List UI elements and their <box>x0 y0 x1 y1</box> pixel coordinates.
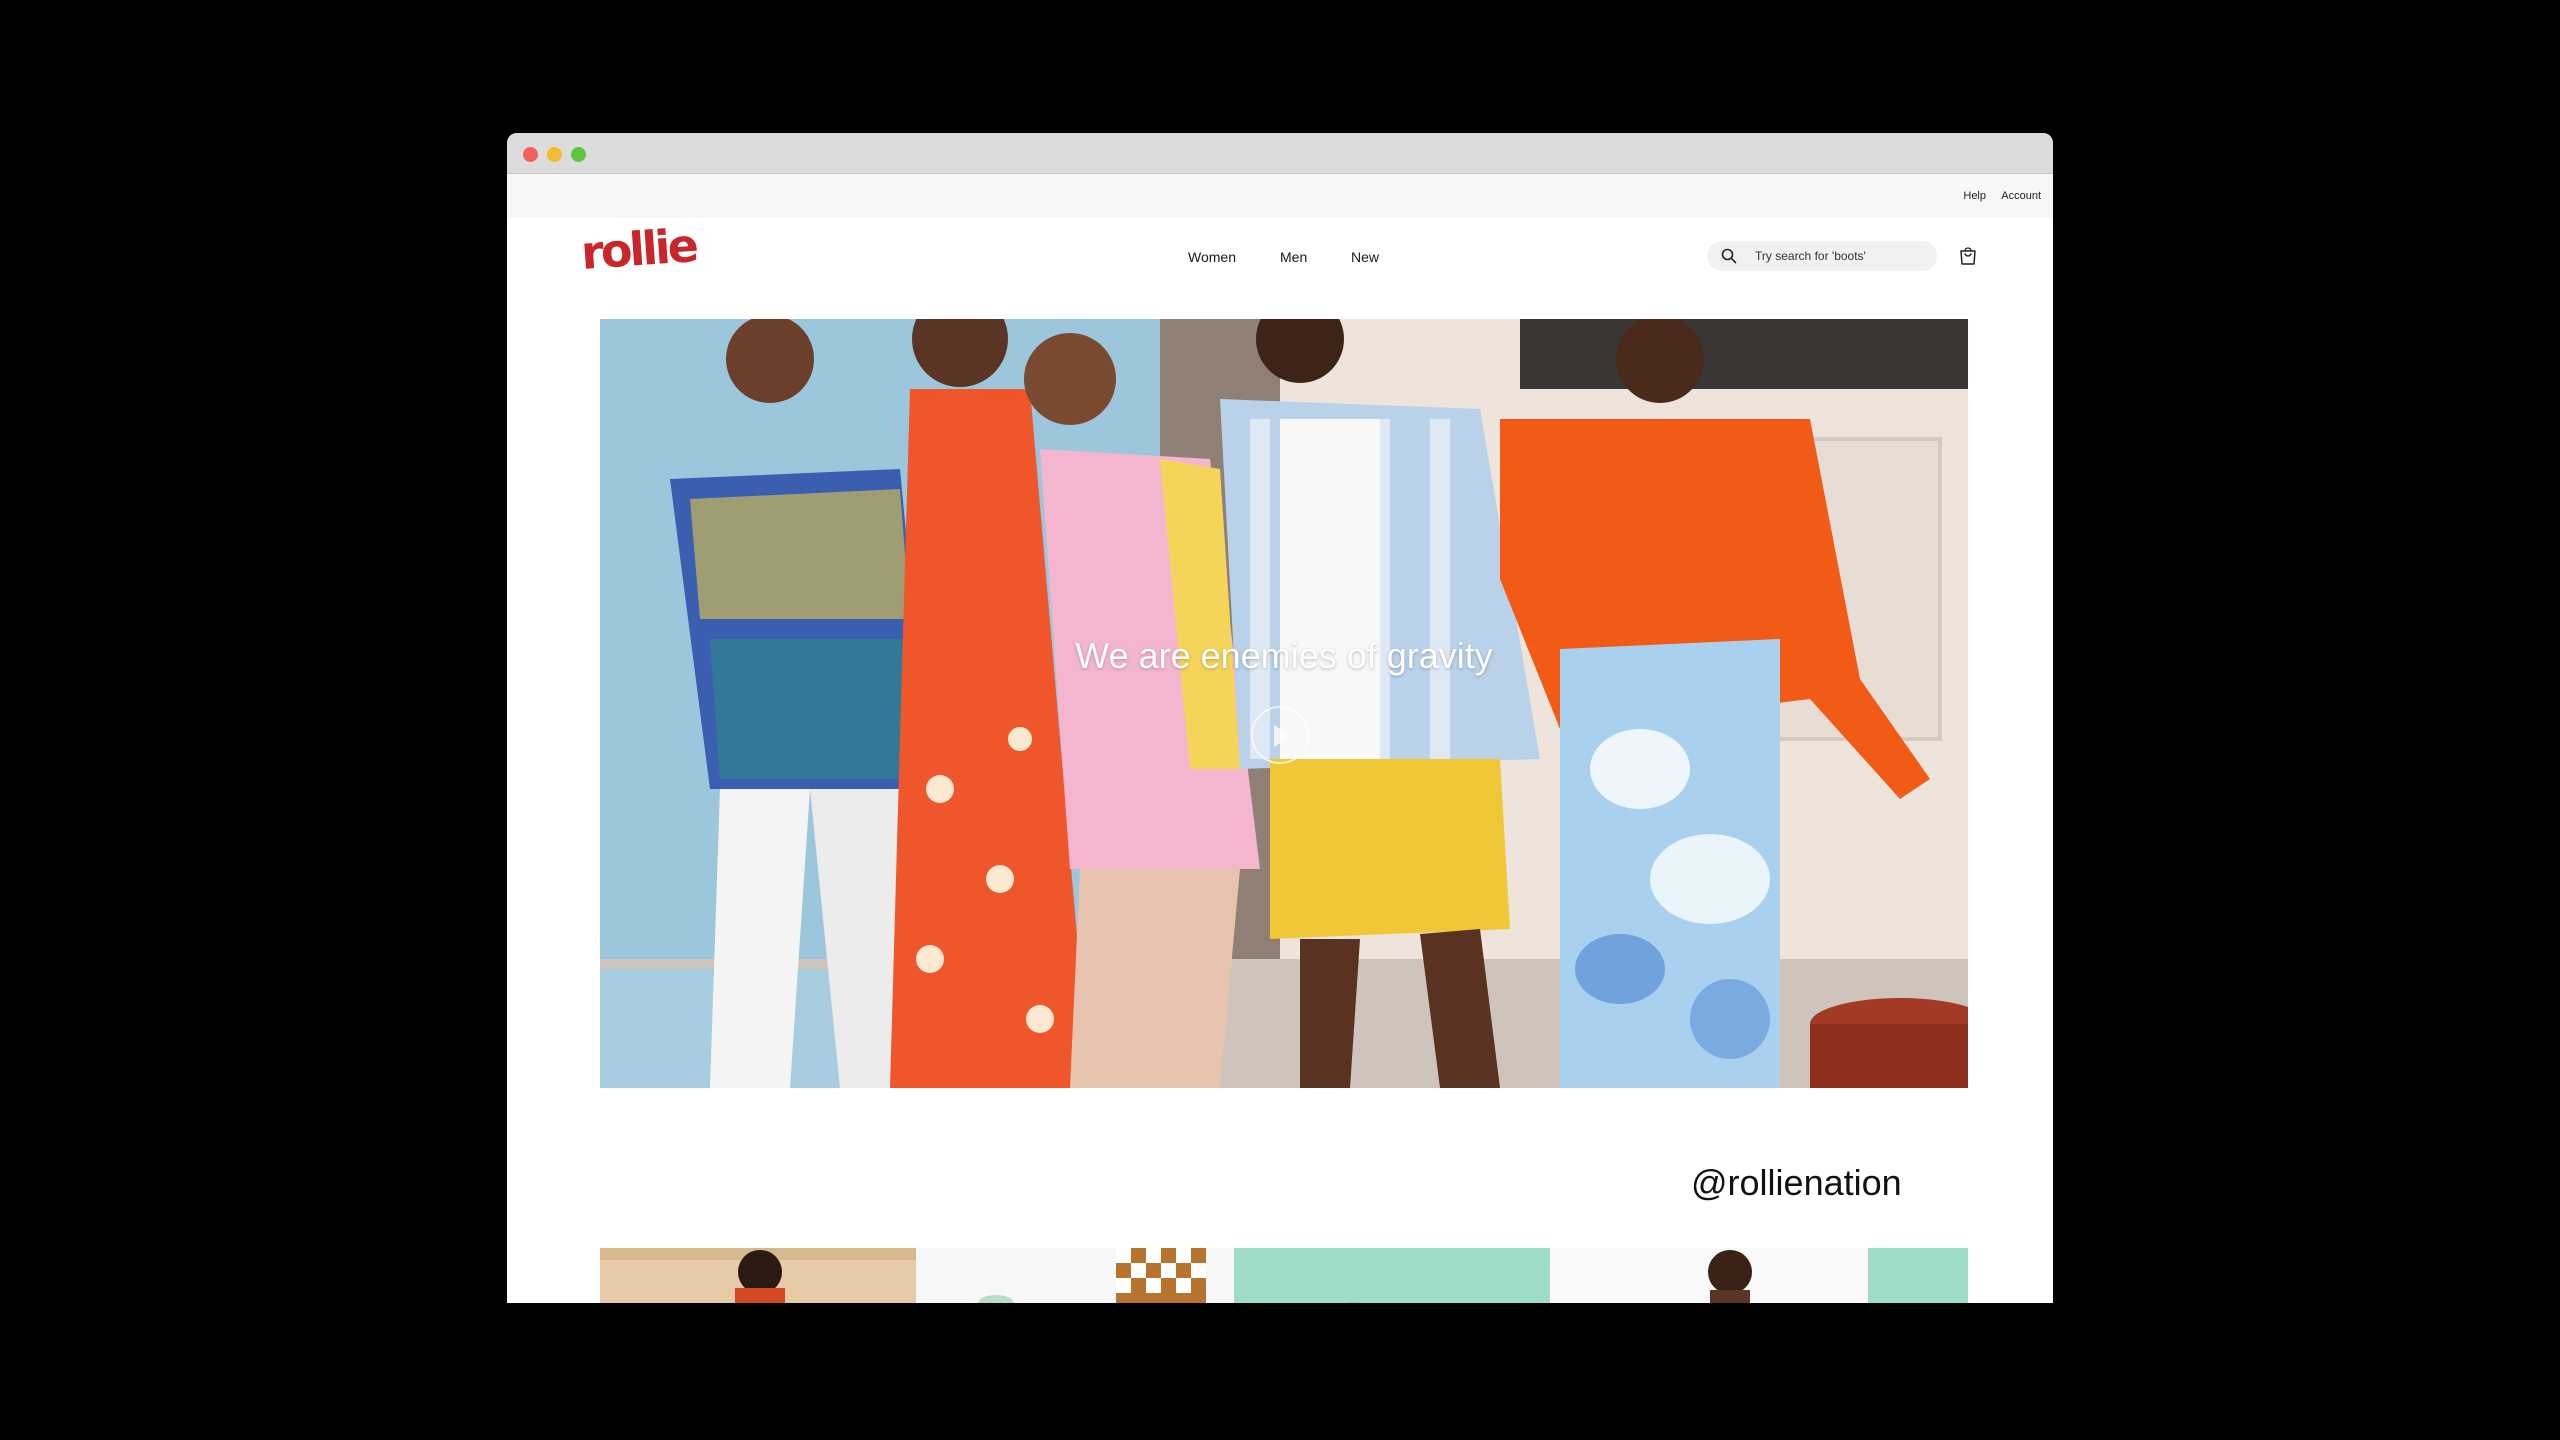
close-window-button[interactable] <box>523 147 538 162</box>
search-icon[interactable] <box>1721 248 1737 264</box>
gallery-tile[interactable] <box>916 1248 1234 1303</box>
minimize-window-button[interactable] <box>547 147 562 162</box>
search-box[interactable] <box>1707 241 1937 271</box>
gallery-tile[interactable] <box>1550 1248 1868 1303</box>
instagram-gallery <box>600 1248 1968 1303</box>
shopping-bag-icon[interactable] <box>1957 245 1979 267</box>
hero-photo <box>600 319 1968 1088</box>
help-link[interactable]: Help <box>1963 190 1986 202</box>
hero-banner[interactable]: We are enemies of gravity <box>600 319 1968 1088</box>
gallery-tile[interactable] <box>1234 1248 1550 1303</box>
zoom-window-button[interactable] <box>571 147 586 162</box>
site-header: rollie Women Men New <box>507 218 2053 318</box>
nav-men[interactable]: Men <box>1280 249 1307 265</box>
nav-new[interactable]: New <box>1351 249 1379 265</box>
utility-bar: Help Account <box>507 174 2053 218</box>
instagram-handle[interactable]: @rollienation <box>1691 1162 1902 1204</box>
rollie-logo[interactable]: rollie <box>579 218 697 280</box>
gallery-tile[interactable] <box>600 1248 916 1303</box>
account-link[interactable]: Account <box>2001 190 2041 202</box>
title-bar <box>507 133 2053 174</box>
play-icon[interactable] <box>1274 725 1292 747</box>
nav-women[interactable]: Women <box>1188 249 1236 265</box>
gallery-tile[interactable] <box>1868 1248 1968 1303</box>
play-video-button[interactable] <box>1251 706 1309 764</box>
hero-headline: We are enemies of gravity <box>1075 635 1493 676</box>
search-input[interactable] <box>1755 241 1925 271</box>
browser-window: Help Account rollie Women Men New Try se… <box>507 133 2053 1303</box>
